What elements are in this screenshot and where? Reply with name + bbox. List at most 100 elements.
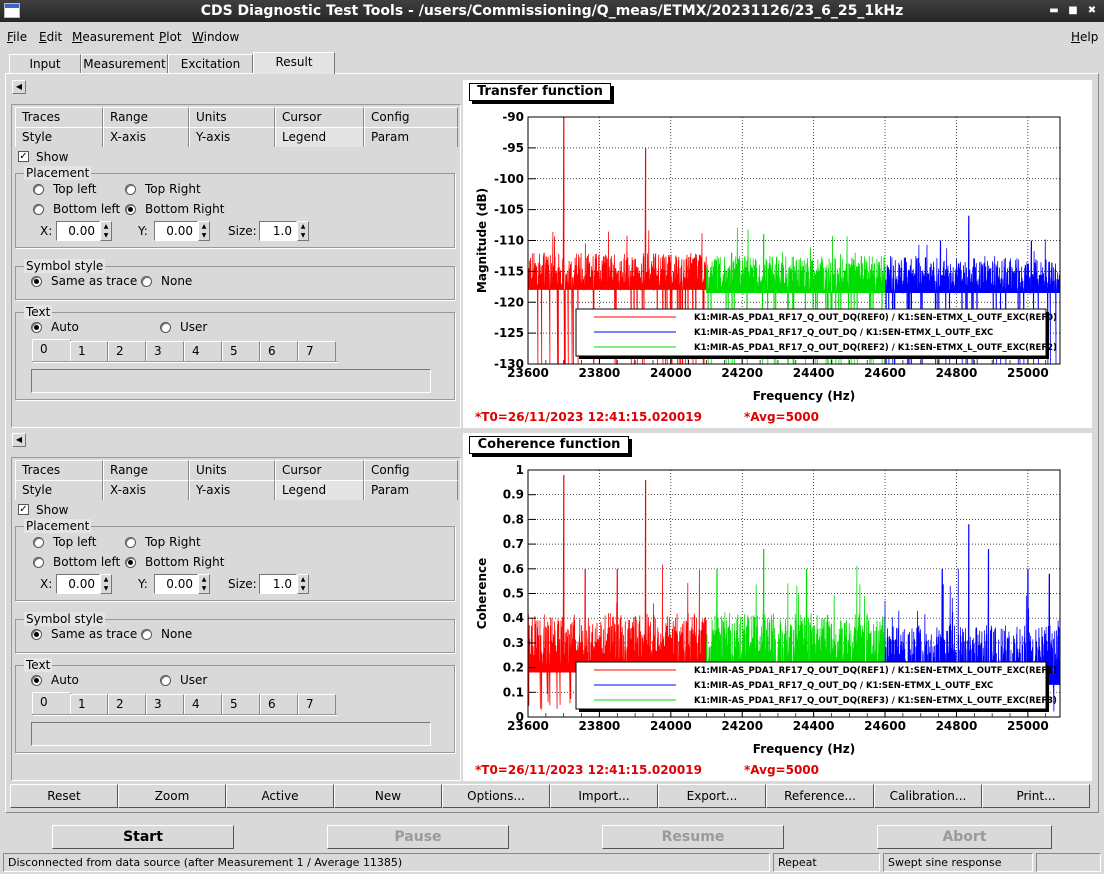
menu-help[interactable]: Help bbox=[1071, 30, 1098, 44]
legend-x-input[interactable]: 0.00 bbox=[56, 574, 100, 594]
text-user-radio[interactable] bbox=[160, 675, 171, 686]
show-legend-checkbox[interactable]: ✓ bbox=[18, 504, 29, 515]
legend-x-input[interactable]: 0.00 bbox=[56, 221, 100, 241]
subtab-param[interactable]: Param bbox=[364, 127, 458, 147]
bottom-right-radio[interactable] bbox=[125, 204, 136, 215]
legend-y-spin-button[interactable]: ▲ ▼ bbox=[198, 574, 210, 594]
tab-result[interactable]: Result bbox=[253, 52, 335, 74]
text-tab-2[interactable]: 2 bbox=[108, 694, 146, 714]
tab-measurement[interactable]: Measurement bbox=[81, 54, 168, 74]
bottom-right-radio[interactable] bbox=[125, 557, 136, 568]
subtab-style[interactable]: Style bbox=[15, 480, 103, 500]
subtab-traces[interactable]: Traces bbox=[15, 460, 103, 480]
active-button[interactable]: Active bbox=[226, 784, 334, 808]
calibration-button[interactable]: Calibration... bbox=[874, 784, 982, 808]
top-right-radio[interactable] bbox=[125, 537, 136, 548]
show-legend-checkbox[interactable]: ✓ bbox=[18, 151, 29, 162]
export-button[interactable]: Export... bbox=[658, 784, 766, 808]
options-button[interactable]: Options... bbox=[442, 784, 550, 808]
text-tab-6[interactable]: 6 bbox=[260, 694, 298, 714]
text-tab-3[interactable]: 3 bbox=[146, 694, 184, 714]
close-icon[interactable]: ✖ bbox=[1082, 0, 1102, 22]
text-tab-1[interactable]: 1 bbox=[70, 341, 108, 361]
menu-window[interactable]: Window bbox=[192, 30, 239, 44]
text-tab-5[interactable]: 5 bbox=[222, 694, 260, 714]
tab-input[interactable]: Input bbox=[9, 54, 81, 74]
text-tab-7[interactable]: 7 bbox=[298, 341, 336, 361]
top-left-radio[interactable] bbox=[33, 537, 44, 548]
subtab-style[interactable]: Style bbox=[15, 127, 103, 147]
text-tab-0[interactable]: 0 bbox=[32, 339, 71, 361]
import-button[interactable]: Import... bbox=[550, 784, 658, 808]
subtab-cursor[interactable]: Cursor bbox=[275, 107, 364, 127]
text-user-radio[interactable] bbox=[160, 322, 171, 333]
collapse-arrow-button[interactable]: ◀ bbox=[12, 80, 26, 94]
zoom-button[interactable]: Zoom bbox=[118, 784, 226, 808]
subtab-config[interactable]: Config bbox=[364, 107, 458, 127]
reset-button[interactable]: Reset bbox=[10, 784, 118, 808]
text-tab-1[interactable]: 1 bbox=[70, 694, 108, 714]
symbol-none-radio[interactable] bbox=[141, 629, 152, 640]
subtab-units[interactable]: Units bbox=[189, 460, 275, 480]
coherence-function-panel[interactable]: Coherence function 23600 23800 24000 24200 2… bbox=[463, 433, 1092, 781]
pause-button[interactable]: Pause bbox=[327, 825, 509, 849]
text-tab-4[interactable]: 4 bbox=[184, 341, 222, 361]
subtab-legend[interactable]: Legend bbox=[275, 480, 364, 500]
legend-y-input[interactable]: 0.00 bbox=[154, 574, 198, 594]
subtab-x-axis[interactable]: X-axis bbox=[103, 127, 189, 147]
subtab-cursor[interactable]: Cursor bbox=[275, 460, 364, 480]
resume-button[interactable]: Resume bbox=[602, 825, 784, 849]
legend-text-input[interactable] bbox=[31, 722, 431, 746]
text-tab-4[interactable]: 4 bbox=[184, 694, 222, 714]
menu-edit[interactable]: Edit bbox=[39, 30, 62, 44]
tab-excitation[interactable]: Excitation bbox=[168, 54, 253, 74]
bottom-left-radio[interactable] bbox=[33, 557, 44, 568]
legend-size-spin-button[interactable]: ▲ ▼ bbox=[297, 574, 309, 594]
abort-button[interactable]: Abort bbox=[877, 825, 1052, 849]
maximize-icon[interactable]: ■ bbox=[1063, 0, 1083, 22]
transfer-function-panel[interactable]: Transfer function 23600 23800 24000 24200 24… bbox=[463, 80, 1092, 428]
subtab-x-axis[interactable]: X-axis bbox=[103, 480, 189, 500]
text-tab-3[interactable]: 3 bbox=[146, 341, 184, 361]
text-tab-7[interactable]: 7 bbox=[298, 694, 336, 714]
new-button[interactable]: New bbox=[334, 784, 442, 808]
same-as-trace-radio[interactable] bbox=[31, 276, 42, 287]
text-auto-radio[interactable] bbox=[31, 322, 42, 333]
subtab-y-axis[interactable]: Y-axis bbox=[189, 127, 275, 147]
text-tab-0[interactable]: 0 bbox=[32, 692, 71, 714]
transfer-function-chart[interactable]: 23600 23800 24000 24200 24400 24600 24800 25000… bbox=[463, 80, 1092, 428]
coherence-function-chart[interactable]: 23600 23800 24000 24200 24400 24600 24800 25000… bbox=[463, 433, 1092, 781]
subtab-legend[interactable]: Legend bbox=[275, 127, 364, 147]
print-button[interactable]: Print... bbox=[982, 784, 1090, 808]
subtab-units[interactable]: Units bbox=[189, 107, 275, 127]
menu-plot[interactable]: Plot bbox=[159, 30, 182, 44]
menu-file[interactable]: File bbox=[7, 30, 27, 44]
text-tab-5[interactable]: 5 bbox=[222, 341, 260, 361]
subtab-param[interactable]: Param bbox=[364, 480, 458, 500]
subtab-config[interactable]: Config bbox=[364, 460, 458, 480]
legend-size-input[interactable]: 1.0 bbox=[259, 221, 297, 241]
start-button[interactable]: Start bbox=[52, 825, 234, 849]
subtab-range[interactable]: Range bbox=[103, 460, 189, 480]
legend-text-input[interactable] bbox=[31, 369, 431, 393]
symbol-none-radio[interactable] bbox=[141, 276, 152, 287]
legend-x-spin-button[interactable]: ▲ ▼ bbox=[100, 221, 112, 241]
legend-y-spin-button[interactable]: ▲ ▼ bbox=[198, 221, 210, 241]
top-left-radio[interactable] bbox=[33, 184, 44, 195]
text-tab-6[interactable]: 6 bbox=[260, 341, 298, 361]
minimize-icon[interactable]: ▬ bbox=[1044, 0, 1064, 22]
menu-measurement[interactable]: Measurement bbox=[72, 30, 154, 44]
legend-y-input[interactable]: 0.00 bbox=[154, 221, 198, 241]
same-as-trace-radio[interactable] bbox=[31, 629, 42, 640]
top-right-radio[interactable] bbox=[125, 184, 136, 195]
reference-button[interactable]: Reference... bbox=[766, 784, 874, 808]
bottom-left-radio[interactable] bbox=[33, 204, 44, 215]
legend-size-spin-button[interactable]: ▲ ▼ bbox=[297, 221, 309, 241]
subtab-y-axis[interactable]: Y-axis bbox=[189, 480, 275, 500]
text-auto-radio[interactable] bbox=[31, 675, 42, 686]
legend-size-input[interactable]: 1.0 bbox=[259, 574, 297, 594]
text-tab-2[interactable]: 2 bbox=[108, 341, 146, 361]
legend-x-spin-button[interactable]: ▲ ▼ bbox=[100, 574, 112, 594]
subtab-range[interactable]: Range bbox=[103, 107, 189, 127]
subtab-traces[interactable]: Traces bbox=[15, 107, 103, 127]
